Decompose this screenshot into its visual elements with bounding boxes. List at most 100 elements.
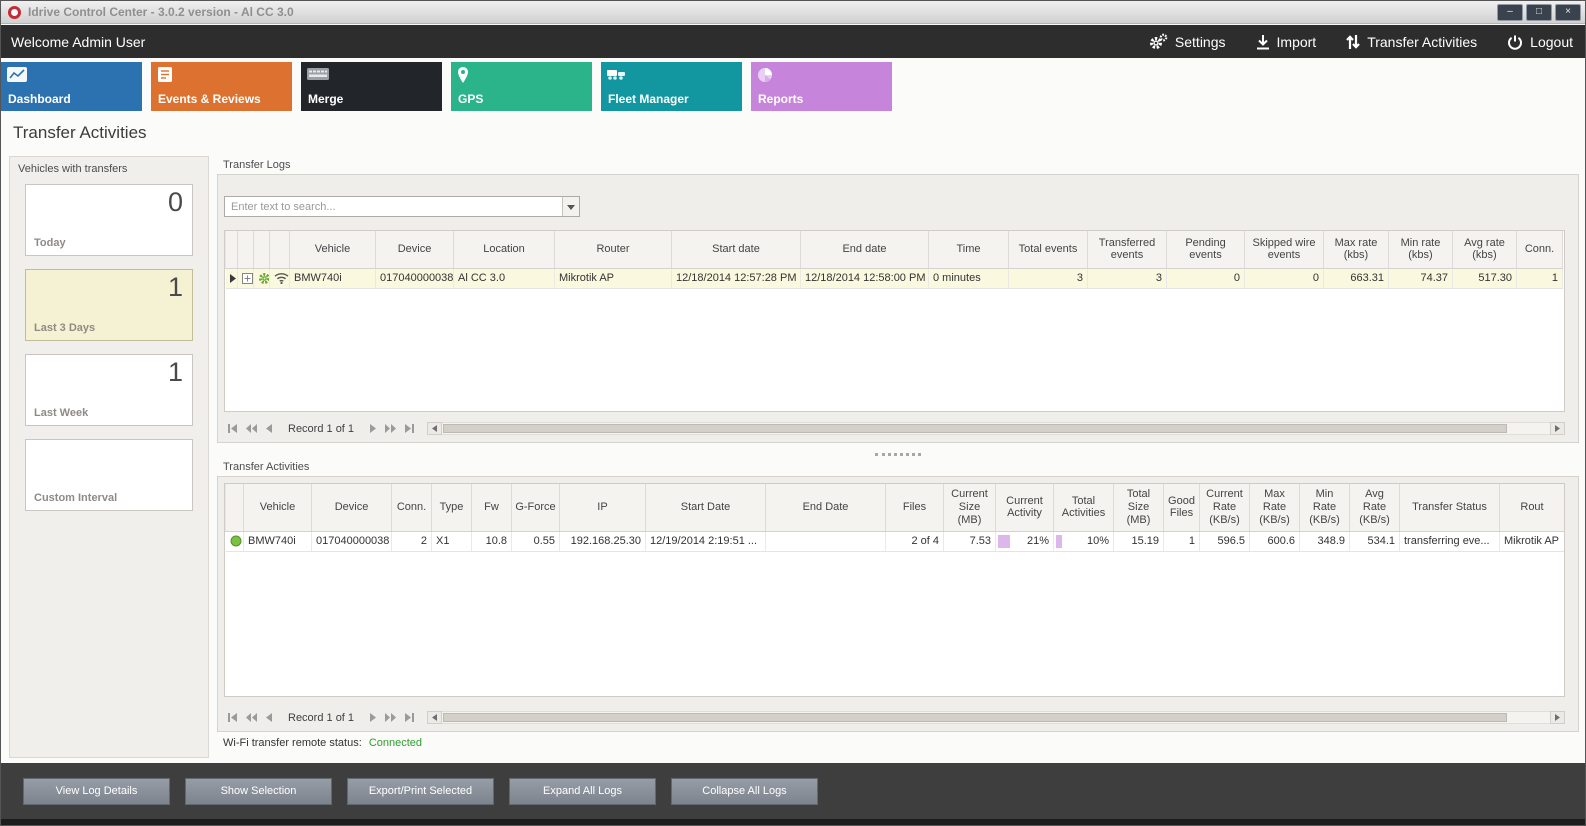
tile-fleet-manager[interactable]: Fleet Manager [601,62,742,111]
col2-g-force[interactable]: G-Force [512,484,560,531]
col-avg-rate[interactable]: Avg rate (kbs) [1453,231,1517,268]
col2-min-rate[interactable]: Min Rate (KB/s) [1300,484,1350,531]
scroll-left-icon[interactable] [427,422,442,435]
col2-max-rate[interactable]: Max Rate (KB/s) [1250,484,1300,531]
panel-splitter[interactable] [217,450,1579,458]
gear-icon[interactable] [254,268,270,288]
first-record-icon[interactable] [227,424,238,433]
scroll-right-icon[interactable] [1550,422,1565,435]
logs-record-navigator[interactable]: Record 1 of 1 [224,423,415,435]
activities-record-navigator[interactable]: Record 1 of 1 [224,712,415,724]
wifi-transfer-status: Wi-Fi transfer remote status: Connected [223,737,422,749]
cell2-fw: 10.8 [472,531,512,551]
next-record-icon[interactable] [369,713,376,722]
logout-label: Logout [1530,34,1573,50]
prev-record-icon[interactable] [266,713,273,722]
col-conn[interactable]: Conn. [1517,231,1563,268]
col-total-events[interactable]: Total events [1009,231,1088,268]
col-min-rate[interactable]: Min rate (kbs) [1389,231,1453,268]
next-page-icon[interactable] [384,424,396,433]
col2-ip[interactable]: IP [560,484,646,531]
show-selection-button[interactable]: Show Selection [185,778,332,805]
logs-horizontal-scrollbar[interactable] [427,421,1565,436]
col2-vehicle[interactable]: Vehicle [244,484,312,531]
tile-events-reviews[interactable]: Events & Reviews [151,62,292,111]
col2-router[interactable]: Rout [1500,484,1565,531]
filter-card-custom-interval[interactable]: Custom Interval [25,439,193,511]
scrollbar-track[interactable] [442,711,1550,724]
logout-action[interactable]: Logout [1507,34,1573,50]
transfer-log-row[interactable]: BMW740i 017040000038 Al CC 3.0 Mikrotik … [226,268,1563,288]
col2-avg-rate[interactable]: Avg Rate (KB/s) [1350,484,1400,531]
last-record-icon[interactable] [404,713,415,722]
filter-card-last-3-days[interactable]: 1 Last 3 Days [25,269,193,341]
tile-gps-label: GPS [458,92,483,106]
col2-good-files[interactable]: Good Files [1164,484,1200,531]
scroll-right-icon[interactable] [1550,711,1565,724]
progress-text: 10% [1058,535,1109,547]
filter-card-today[interactable]: 0 Today [25,184,193,256]
col2-transfer-status[interactable]: Transfer Status [1400,484,1500,531]
col-transferred-events[interactable]: Transferred events [1088,231,1167,268]
next-record-icon[interactable] [369,424,376,433]
col-time[interactable]: Time [929,231,1009,268]
first-record-icon[interactable] [227,713,238,722]
scrollbar-thumb[interactable] [443,713,1507,722]
settings-action[interactable]: Settings [1149,33,1226,50]
col-device[interactable]: Device [376,231,454,268]
maximize-button[interactable]: □ [1526,4,1552,21]
col2-total-activities[interactable]: Total Activities [1054,484,1114,531]
view-log-details-button[interactable]: View Log Details [23,778,170,805]
titlebar[interactable]: Idrive Control Center - 3.0.2 version - … [1,1,1585,24]
col2-device[interactable]: Device [312,484,392,531]
prev-record-icon[interactable] [266,424,273,433]
tile-gps[interactable]: GPS [451,62,592,111]
transfer-activity-row[interactable]: BMW740i 017040000038 2 X1 10.8 0.55 192.… [226,531,1565,551]
col2-end-date[interactable]: End Date [766,484,886,531]
col2-type[interactable]: Type [432,484,472,531]
tile-dashboard[interactable]: Dashboard [1,62,142,111]
search-input[interactable]: Enter text to search... [225,197,562,216]
col2-current-activity[interactable]: Current Activity [996,484,1054,531]
scrollbar-track[interactable] [442,422,1550,435]
col2-total-size[interactable]: Total Size (MB) [1114,484,1164,531]
tile-merge[interactable]: Merge [301,62,442,111]
col-pending-events[interactable]: Pending events [1167,231,1245,268]
collapse-all-logs-button[interactable]: Collapse All Logs [671,778,818,805]
row-indicator-icon [226,268,238,288]
col-start-date[interactable]: Start date [672,231,801,268]
close-button[interactable]: × [1555,4,1581,21]
col-end-date[interactable]: End date [801,231,929,268]
col-router[interactable]: Router [555,231,672,268]
page-title: Transfer Activities [13,123,147,143]
search-combobox[interactable]: Enter text to search... [224,196,580,217]
col2-current-size[interactable]: Current Size (MB) [944,484,996,531]
cell2-router: Mikrotik AP [1500,531,1565,551]
next-page-icon[interactable] [384,713,396,722]
col2-files[interactable]: Files [886,484,944,531]
scrollbar-thumb[interactable] [443,424,1507,433]
col2-current-rate[interactable]: Current Rate (KB/s) [1200,484,1250,531]
import-action[interactable]: Import [1256,34,1317,50]
expand-all-logs-button[interactable]: Expand All Logs [509,778,656,805]
transfer-activities-action[interactable]: Transfer Activities [1346,34,1477,50]
tile-dashboard-label: Dashboard [8,92,71,106]
export-print-selected-button[interactable]: Export/Print Selected [347,778,494,805]
scroll-left-icon[interactable] [427,711,442,724]
prev-page-icon[interactable] [246,713,258,722]
col-max-rate[interactable]: Max rate (kbs) [1324,231,1389,268]
col2-conn[interactable]: Conn. [392,484,432,531]
col-skipped-wire-events[interactable]: Skipped wire events [1245,231,1324,268]
chevron-down-icon[interactable] [562,197,579,216]
col2-fw[interactable]: Fw [472,484,512,531]
prev-page-icon[interactable] [246,424,258,433]
last-record-icon[interactable] [404,424,415,433]
tile-reports[interactable]: Reports [751,62,892,111]
minimize-button[interactable]: – [1497,4,1523,21]
filter-card-last-week[interactable]: 1 Last Week [25,354,193,426]
expand-icon[interactable] [238,268,254,288]
col-location[interactable]: Location [454,231,555,268]
activities-horizontal-scrollbar[interactable] [427,710,1565,725]
col2-start-date[interactable]: Start Date [646,484,766,531]
col-vehicle[interactable]: Vehicle [290,231,376,268]
